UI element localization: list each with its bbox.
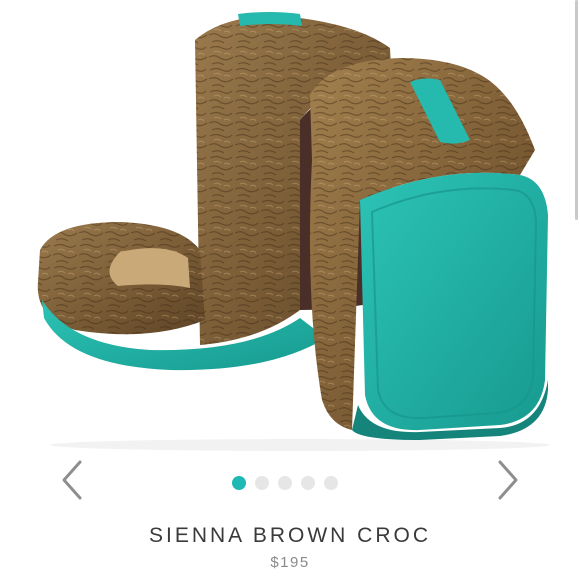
scrollbar[interactable] [575, 0, 578, 220]
chevron-right-icon [498, 460, 518, 500]
product-image[interactable] [0, 0, 572, 455]
carousel-dot-5[interactable] [324, 476, 338, 490]
carousel-dot-1[interactable] [232, 476, 246, 490]
chevron-left-icon [62, 460, 82, 500]
product-price: $195 [270, 554, 310, 571]
carousel-dot-4[interactable] [301, 476, 315, 490]
product-page: SIENNA BROWN CROC $195 [0, 0, 580, 580]
carousel-pagination [232, 476, 338, 490]
product-title: SIENNA BROWN CROC [148, 524, 432, 547]
carousel-dot-2[interactable] [255, 476, 269, 490]
carousel-dot-3[interactable] [278, 476, 292, 490]
carousel-prev-button[interactable] [54, 456, 90, 504]
right-shoe [309, 58, 548, 440]
carousel-next-button[interactable] [490, 456, 526, 504]
